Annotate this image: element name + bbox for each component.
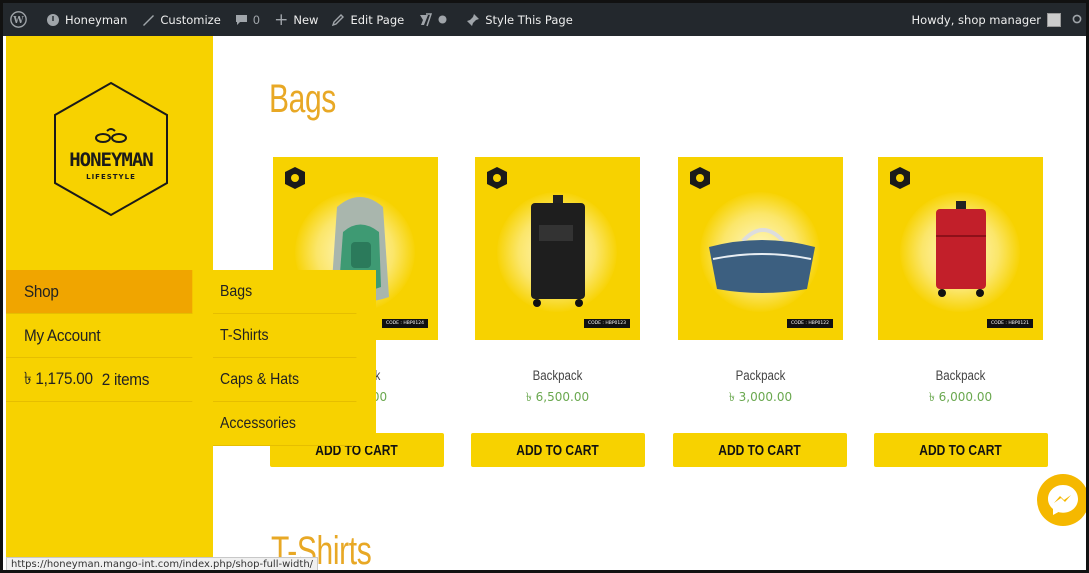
messenger-chat-button[interactable] bbox=[1037, 474, 1086, 526]
new-content-link[interactable]: + New bbox=[267, 3, 325, 36]
sidebar-item-my-account[interactable]: My Account bbox=[6, 314, 193, 358]
product-price: ৳ 3,000.00 bbox=[728, 390, 793, 404]
edit-page-label: Edit Page bbox=[350, 12, 405, 27]
plus-icon: + bbox=[274, 9, 289, 30]
page-frame: W Honeyman Customize 0 + New Edit Page S… bbox=[0, 0, 1089, 573]
add-to-cart-label: ADD TO CART bbox=[516, 441, 600, 459]
submenu-item-label: Bags bbox=[220, 282, 253, 300]
edit-page-link[interactable]: Edit Page bbox=[325, 3, 411, 36]
product-code: CODE : HBP0122 bbox=[786, 319, 833, 328]
product-name[interactable]: Backpack bbox=[890, 368, 1030, 383]
avatar bbox=[1047, 12, 1061, 27]
status-bar-url: https://honeyman.mango-int.com/index.php… bbox=[6, 557, 319, 570]
customize-label: Customize bbox=[160, 12, 221, 27]
wordpress-icon: W bbox=[10, 11, 27, 28]
submenu-item-caps-hats[interactable]: Caps & Hats bbox=[213, 358, 357, 402]
duffel-bag-image bbox=[709, 228, 815, 293]
product-image[interactable]: CODE : HBP0121 bbox=[878, 157, 1043, 340]
honeyman-logo[interactable]: HONEYMAN LIFESTYLE bbox=[51, 81, 171, 217]
add-to-cart-button[interactable]: ADD TO CART bbox=[874, 433, 1048, 467]
customize-link[interactable]: Customize bbox=[134, 3, 227, 36]
seo-menu-button[interactable] bbox=[411, 3, 459, 36]
product-name[interactable]: Backpack bbox=[487, 368, 627, 383]
comments-link[interactable]: 0 bbox=[228, 3, 267, 36]
submenu-item-t-shirts[interactable]: T-Shirts bbox=[213, 314, 357, 358]
cart-total: ৳ 1,175.00 bbox=[24, 368, 93, 388]
add-to-cart-label: ADD TO CART bbox=[718, 441, 802, 459]
wordpress-logo-button[interactable]: W bbox=[3, 3, 39, 36]
brush-icon bbox=[141, 13, 155, 27]
sidebar-item-label: Shop bbox=[24, 281, 59, 301]
product-code: CODE : HBP0124 bbox=[381, 319, 428, 328]
product-code: CODE : HBP0123 bbox=[583, 319, 630, 328]
luggage-image bbox=[531, 195, 585, 307]
product-card[interactable]: CODE : HBP0121 Backpack ৳ 6,000.00 bbox=[878, 157, 1043, 409]
section-title-bags: Bags bbox=[269, 77, 336, 121]
add-to-cart-button[interactable]: ADD TO CART bbox=[471, 433, 645, 467]
admin-bar: W Honeyman Customize 0 + New Edit Page S… bbox=[3, 3, 1086, 36]
submenu-item-label: T-Shirts bbox=[220, 326, 269, 344]
submenu-item-bags[interactable]: Bags bbox=[213, 270, 357, 314]
submenu-item-label: Accessories bbox=[220, 414, 296, 432]
honeyman-badge-icon bbox=[285, 167, 305, 189]
sidebar-item-cart[interactable]: ৳ 1,175.00 2 items bbox=[6, 358, 193, 402]
site-name-label: Honeyman bbox=[65, 12, 128, 27]
new-label: New bbox=[293, 12, 319, 27]
product-code: CODE : HBP0121 bbox=[986, 319, 1033, 328]
yoast-icon bbox=[418, 12, 433, 27]
style-this-page-link[interactable]: Style This Page bbox=[459, 3, 580, 36]
svg-text:W: W bbox=[12, 15, 24, 26]
messenger-icon bbox=[1048, 485, 1078, 515]
submenu-item-label: Caps & Hats bbox=[220, 370, 300, 388]
product-image[interactable]: CODE : HBP0122 bbox=[678, 157, 843, 340]
sidebar: HONEYMAN LIFESTYLE Shop My Account ৳ 1,1… bbox=[6, 36, 213, 570]
product-card[interactable]: CODE : HBP0123 Backpack ৳ 6,500.00 bbox=[475, 157, 640, 409]
account-menu[interactable]: Howdy, shop manager bbox=[905, 3, 1068, 36]
add-to-cart-button[interactable]: ADD TO CART bbox=[673, 433, 847, 467]
logo-wordmark: HONEYMAN bbox=[69, 149, 154, 171]
sidebar-item-label: My Account bbox=[24, 325, 101, 345]
search-icon bbox=[1072, 14, 1084, 26]
honeyman-badge-icon bbox=[690, 167, 710, 189]
howdy-label: Howdy, shop manager bbox=[911, 12, 1041, 27]
comment-icon bbox=[235, 14, 248, 26]
sidebar-item-shop[interactable]: Shop bbox=[6, 270, 193, 314]
status-dot-icon bbox=[438, 15, 447, 24]
logo-tagline: LIFESTYLE bbox=[86, 173, 136, 181]
comments-count: 0 bbox=[252, 12, 261, 27]
style-page-label: Style This Page bbox=[485, 12, 573, 27]
product-name[interactable]: Packpack bbox=[690, 368, 830, 383]
product-image[interactable]: CODE : HBP0123 bbox=[475, 157, 640, 340]
pencil-icon bbox=[332, 13, 345, 26]
submenu-item-accessories[interactable]: Accessories bbox=[213, 402, 357, 446]
pin-icon bbox=[466, 13, 480, 27]
product-price: ৳ 6,000.00 bbox=[928, 390, 993, 404]
search-button[interactable] bbox=[1068, 3, 1086, 36]
honeyman-badge-icon bbox=[487, 167, 507, 189]
add-to-cart-label: ADD TO CART bbox=[919, 441, 1003, 459]
dashboard-icon bbox=[46, 13, 60, 27]
product-price: ৳ 6,500.00 bbox=[525, 390, 590, 404]
cart-items-count: 2 items bbox=[101, 369, 150, 389]
red-luggage-image bbox=[936, 201, 986, 297]
product-card[interactable]: CODE : HBP0122 Packpack ৳ 3,000.00 bbox=[678, 157, 843, 409]
shop-submenu: Bags T-Shirts Caps & Hats Accessories bbox=[213, 270, 376, 446]
honeyman-badge-icon bbox=[890, 167, 910, 189]
site-name-link[interactable]: Honeyman bbox=[39, 3, 134, 36]
